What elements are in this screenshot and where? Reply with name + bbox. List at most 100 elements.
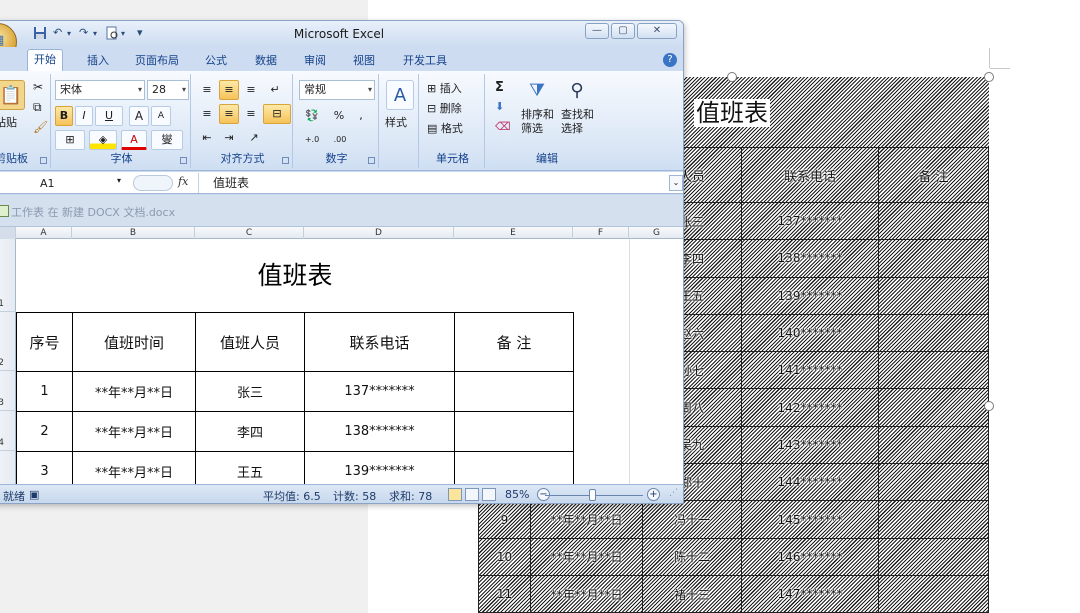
autosum-button[interactable]: Σ [495, 80, 504, 95]
tab-page-layout[interactable]: 页面布局 [129, 51, 185, 71]
table-cell-phone[interactable]: 139******* [304, 451, 455, 484]
formula-cancel-button[interactable] [133, 175, 173, 191]
tab-view[interactable]: 视图 [347, 51, 381, 71]
number-launcher-icon[interactable] [368, 157, 375, 164]
format-painter-icon[interactable]: 🖌 [33, 120, 48, 134]
tab-review[interactable]: 审阅 [298, 51, 332, 71]
grow-font-button[interactable]: A [129, 106, 149, 126]
align-middle-icon[interactable]: ≡ [219, 80, 239, 100]
find-select-label[interactable]: 查找和 选择 [561, 108, 594, 136]
tab-formulas[interactable]: 公式 [199, 51, 233, 71]
styles-label[interactable]: 样式 [385, 114, 407, 130]
clear-icon[interactable]: ⌫ [495, 120, 511, 133]
increase-indent-icon[interactable]: ⇥ [219, 128, 239, 148]
insert-function-icon[interactable]: fx [178, 175, 188, 188]
header-cell[interactable]: 序号 [16, 312, 73, 372]
column-header-c[interactable]: C [195, 227, 304, 239]
column-header-f[interactable]: F [573, 227, 629, 239]
minimize-button[interactable]: — [585, 23, 609, 39]
shrink-font-button[interactable]: A [151, 106, 171, 126]
alignment-launcher-icon[interactable] [282, 157, 289, 164]
paste-label[interactable]: 粘贴 [0, 114, 17, 130]
format-cells-button[interactable]: ▤ 格式 [427, 120, 463, 136]
column-header-d[interactable]: D [304, 227, 454, 239]
font-color-button[interactable]: A [121, 130, 147, 150]
chevron-down-icon[interactable]: ▾ [117, 176, 121, 185]
align-bottom-icon[interactable]: ≡ [241, 80, 261, 100]
header-cell[interactable]: 值班时间 [72, 312, 196, 372]
increase-decimal-button[interactable]: +.0 [299, 130, 325, 150]
table-cell-date[interactable]: **年**月**日 [72, 451, 196, 484]
table-cell-num[interactable]: 3 [16, 451, 73, 484]
page-break-view-icon[interactable] [482, 488, 496, 501]
fill-color-button[interactable]: ◈ [89, 130, 117, 150]
table-cell-note[interactable] [454, 451, 574, 484]
table-cell-phone[interactable]: 138******* [304, 411, 455, 452]
orientation-icon[interactable]: ↗ [241, 128, 267, 148]
sort-filter-icon[interactable]: ⧩ [523, 76, 551, 106]
table-cell-name[interactable]: 张三 [195, 371, 305, 412]
clipboard-launcher-icon[interactable] [40, 157, 47, 164]
number-format-combo[interactable]: 常规 ▾ [299, 80, 375, 100]
paste-icon[interactable]: 📋 [0, 80, 25, 110]
column-header-g[interactable]: G [629, 227, 683, 239]
delete-cells-button[interactable]: ⊟ 删除 [427, 100, 462, 116]
fill-icon[interactable]: ⬇ [495, 100, 504, 113]
table-cell-name[interactable]: 李四 [195, 411, 305, 452]
close-button[interactable]: ✕ [637, 23, 677, 39]
decrease-indent-icon[interactable]: ⇤ [197, 128, 217, 148]
styles-icon[interactable]: A [386, 80, 414, 110]
copy-icon[interactable]: ⧉ [33, 100, 42, 115]
comma-button[interactable]: , [351, 106, 371, 126]
help-icon[interactable]: ? [663, 53, 677, 67]
resize-handle-right[interactable] [984, 401, 994, 411]
select-all-button[interactable] [0, 227, 16, 239]
table-cell-num[interactable]: 1 [16, 371, 73, 412]
phonetic-button[interactable]: 燮 [151, 130, 183, 150]
table-cell-note[interactable] [454, 411, 574, 452]
table-cell-note[interactable] [454, 371, 574, 412]
cut-icon[interactable]: ✂ [33, 80, 43, 94]
percent-button[interactable]: % [329, 106, 349, 126]
resize-handle-top[interactable] [727, 72, 737, 82]
underline-button[interactable]: U [95, 106, 123, 126]
bold-button[interactable]: B [55, 106, 73, 126]
macro-record-icon[interactable]: ▣ [29, 488, 39, 501]
zoom-level[interactable]: 85% [505, 488, 529, 501]
name-box[interactable]: A1 [1, 173, 131, 193]
header-cell[interactable]: 备 注 [454, 312, 574, 372]
header-cell[interactable]: 联系电话 [304, 312, 455, 372]
align-left-icon[interactable]: ≡ [197, 104, 217, 124]
tab-data[interactable]: 数据 [249, 51, 283, 71]
restore-button[interactable]: ▢ [611, 23, 635, 39]
table-cell-name[interactable]: 王五 [195, 451, 305, 484]
table-cell-phone[interactable]: 137******* [304, 371, 455, 412]
zoom-slider-thumb[interactable] [589, 489, 596, 501]
align-right-icon[interactable]: ≡ [241, 104, 261, 124]
row-header-3[interactable]: 3 [0, 371, 16, 411]
row-header-1[interactable]: 1 [0, 239, 16, 312]
insert-cells-button[interactable]: ⊞ 插入 [427, 80, 462, 96]
tab-home[interactable]: 开始 [27, 49, 63, 71]
column-header-e[interactable]: E [454, 227, 573, 239]
font-launcher-icon[interactable] [180, 157, 187, 164]
row-header-2[interactable]: 2 [0, 312, 16, 371]
find-select-icon[interactable]: ⚲ [563, 76, 591, 106]
zoom-in-button[interactable]: + [647, 488, 660, 501]
header-cell[interactable]: 值班人员 [195, 312, 305, 372]
table-cell-date[interactable]: **年**月**日 [72, 371, 196, 412]
resize-grip-icon[interactable]: ⋰ [669, 488, 678, 498]
row-header-4[interactable]: 4 [0, 411, 16, 451]
wrap-text-icon[interactable]: ↵ [265, 80, 285, 100]
sheet-title-cell[interactable]: 值班表 [16, 239, 574, 312]
italic-button[interactable]: I [75, 106, 93, 126]
font-size-combo[interactable]: 28 ▾ [147, 80, 189, 100]
formula-input[interactable]: 值班表 [198, 173, 668, 193]
column-header-a[interactable]: A [16, 227, 72, 239]
resize-handle-top-right[interactable] [984, 72, 994, 82]
tab-developer[interactable]: 开发工具 [397, 51, 453, 71]
table-cell-num[interactable]: 2 [16, 411, 73, 452]
normal-view-icon[interactable] [448, 488, 462, 501]
expand-formula-bar-icon[interactable]: ⌄ [669, 175, 683, 191]
merge-center-icon[interactable]: ⊟ [263, 104, 291, 124]
